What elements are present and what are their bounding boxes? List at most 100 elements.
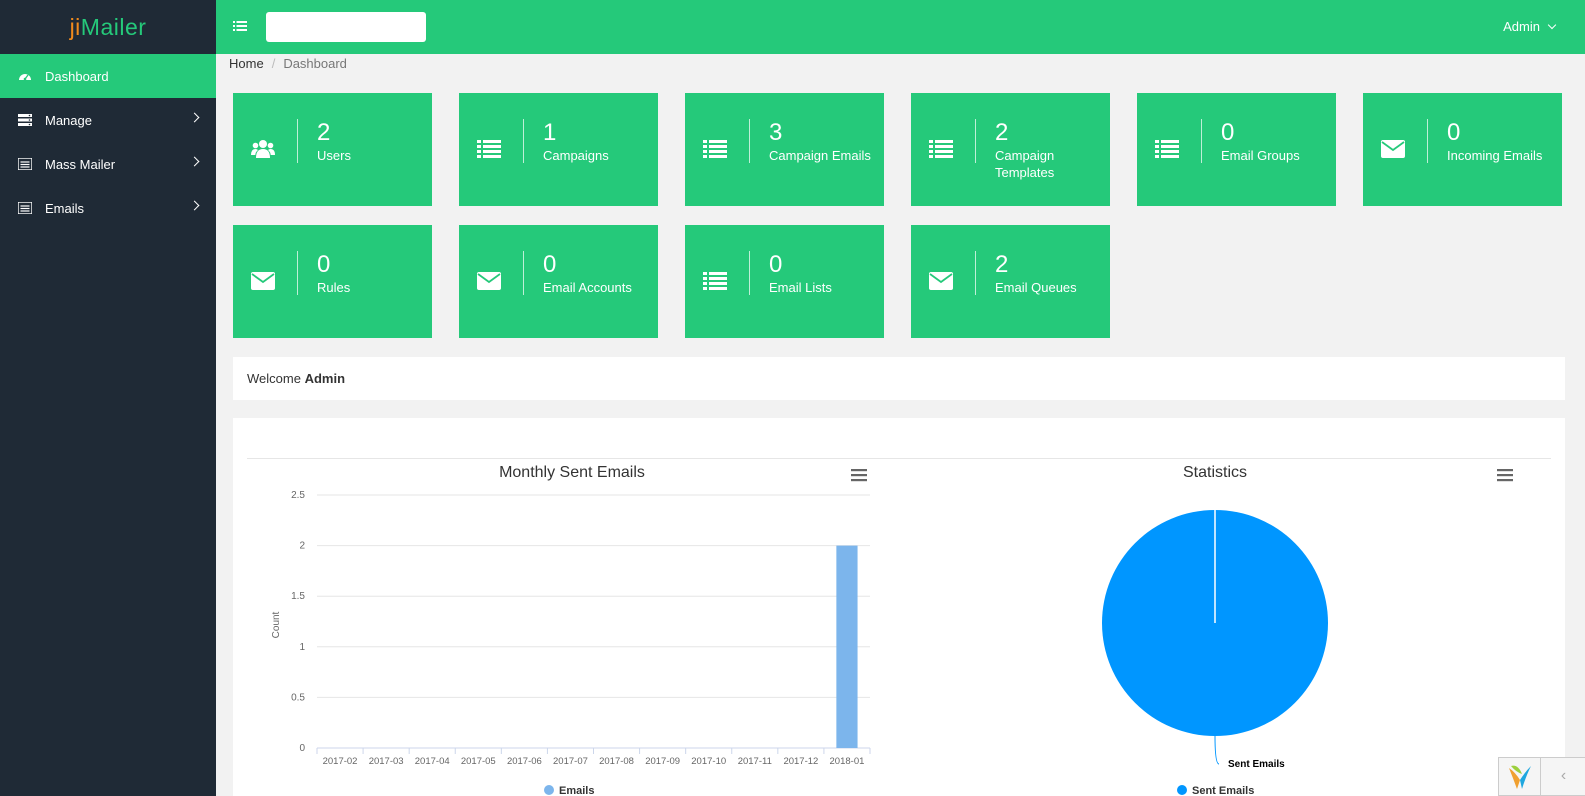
envelope-icon <box>251 272 275 290</box>
breadcrumb: Home / Dashboard <box>229 56 347 71</box>
stat-card-email-accounts[interactable]: 0 Email Accounts <box>459 225 658 338</box>
x-tick-label: 2017-03 <box>369 756 404 767</box>
stat-value: 0 <box>317 251 331 278</box>
stat-value: 1 <box>543 119 557 146</box>
toolbar-toggle-icon[interactable]: ‹ <box>1542 758 1585 795</box>
data-label: Sent Emails <box>1228 759 1285 770</box>
search-input[interactable] <box>266 12 426 42</box>
stat-value: 3 <box>769 119 783 146</box>
list-icon <box>477 140 501 158</box>
breadcrumb-separator: / <box>271 56 276 71</box>
welcome-panel: Welcome Admin <box>233 357 1565 400</box>
chevron-right-icon <box>189 156 200 167</box>
card-divider <box>749 251 750 295</box>
dashboard-icon <box>19 74 31 81</box>
card-divider <box>297 119 298 163</box>
bar-2018-01[interactable] <box>836 545 858 748</box>
debug-toolbar: ‹ <box>1498 757 1585 796</box>
stat-card-campaign-templates[interactable]: 2 Campaign Templates <box>911 93 1110 206</box>
chart-legend[interactable]: Sent Emails <box>1177 785 1254 796</box>
legend-swatch <box>1177 785 1187 795</box>
envelope-icon <box>477 272 501 290</box>
chevron-down-icon <box>1547 20 1557 30</box>
stat-label: Users <box>317 148 351 163</box>
data-label-connector <box>1214 735 1220 765</box>
envelope-icon <box>1381 140 1405 158</box>
sidebar-item-manage[interactable]: Manage <box>0 98 216 142</box>
stat-label: Rules <box>317 280 351 295</box>
legend-label: Emails <box>559 785 594 796</box>
breadcrumb-home-link[interactable]: Home <box>229 56 264 71</box>
x-tick-label: 2017-06 <box>507 756 542 767</box>
y-tick-label: 1 <box>299 642 305 653</box>
stat-value: 2 <box>317 119 331 146</box>
card-divider <box>975 251 976 295</box>
stat-label: Email Accounts <box>543 280 632 295</box>
user-menu[interactable]: Admin <box>1503 19 1557 34</box>
stat-value: 0 <box>769 251 783 278</box>
users-icon <box>251 140 275 158</box>
stat-card-incoming-emails[interactable]: 0 Incoming Emails <box>1363 93 1562 206</box>
stat-label: Email Groups <box>1221 148 1300 163</box>
stat-card-rules[interactable]: 0 Rules <box>233 225 432 338</box>
stat-card-users[interactable]: 2 Users <box>233 93 432 206</box>
x-tick-label: 2017-07 <box>553 756 588 767</box>
logo-part-mailer: Mailer <box>80 13 147 40</box>
x-tick-label: 2017-05 <box>461 756 496 767</box>
charts-panel: Monthly Sent Emails 0 0.5 1 1.5 2 2.5 2017-02… <box>233 418 1565 796</box>
sidebar: ji Mailer Dashboard Manage Mass Mailer Em… <box>0 0 216 796</box>
legend-swatch <box>544 785 554 795</box>
menu-toggle-icon[interactable] <box>233 20 247 32</box>
y-tick-label: 2 <box>299 541 305 552</box>
stat-label: Campaign Templates <box>995 148 1055 180</box>
stat-value: 2 <box>995 251 1009 278</box>
stat-card-email-lists[interactable]: 0 Email Lists <box>685 225 884 338</box>
card-divider <box>1427 119 1428 163</box>
stat-card-campaigns[interactable]: 1 Campaigns <box>459 93 658 206</box>
card-divider <box>975 119 976 163</box>
user-name: Admin <box>1503 19 1540 34</box>
stat-card-campaign-emails[interactable]: 3 Campaign Emails <box>685 93 884 206</box>
stat-label: Email Lists <box>769 280 832 295</box>
envelope-icon <box>929 272 953 290</box>
stat-value: 2 <box>995 119 1009 146</box>
list-icon <box>1155 140 1179 158</box>
card-divider <box>749 119 750 163</box>
yii-logo-icon[interactable] <box>1499 758 1541 795</box>
sidebar-item-label: Dashboard <box>45 68 109 84</box>
stat-value: 0 <box>543 251 557 278</box>
x-tick-label: 2017-02 <box>323 756 358 767</box>
logo-part-ji: ji <box>69 13 81 40</box>
stat-label: Campaigns <box>543 148 609 163</box>
stat-card-email-groups[interactable]: 0 Email Groups <box>1137 93 1336 206</box>
chart-legend[interactable]: Emails <box>544 785 594 796</box>
y-tick-label: 0.5 <box>291 692 305 703</box>
welcome-prefix: Welcome <box>247 371 301 386</box>
stat-value: 0 <box>1447 119 1461 146</box>
stat-value: 0 <box>1221 119 1235 146</box>
stat-label: Incoming Emails <box>1447 148 1543 163</box>
sidebar-item-label: Emails <box>45 200 85 216</box>
legend-label: Sent Emails <box>1192 785 1254 796</box>
stat-card-email-queues[interactable]: 2 Email Queues <box>911 225 1110 338</box>
sidebar-item-dashboard[interactable]: Dashboard <box>0 54 216 98</box>
list-icon <box>703 272 727 290</box>
chart-menu-icon[interactable] <box>1497 469 1513 482</box>
x-tick-label: 2017-09 <box>645 756 680 767</box>
chart-title: Monthly Sent Emails <box>499 464 645 481</box>
y-tick-label: 1.5 <box>291 591 305 602</box>
x-tick-label: 2018-01 <box>830 756 865 767</box>
list-icon <box>18 158 32 170</box>
list-icon <box>703 140 727 158</box>
sidebar-item-label: Manage <box>45 112 92 128</box>
chart-menu-icon[interactable] <box>851 469 867 482</box>
sidebar-item-emails[interactable]: Emails <box>0 186 216 230</box>
card-divider <box>297 251 298 295</box>
welcome-user-name: Admin <box>304 371 346 386</box>
card-divider <box>523 251 524 295</box>
x-tick-label: 2017-11 <box>738 756 772 767</box>
sidebar-item-mass-mailer[interactable]: Mass Mailer <box>0 142 216 186</box>
chevron-right-icon <box>189 200 200 211</box>
x-tick-label: 2017-12 <box>783 756 818 767</box>
app-logo[interactable]: ji Mailer <box>0 0 216 54</box>
